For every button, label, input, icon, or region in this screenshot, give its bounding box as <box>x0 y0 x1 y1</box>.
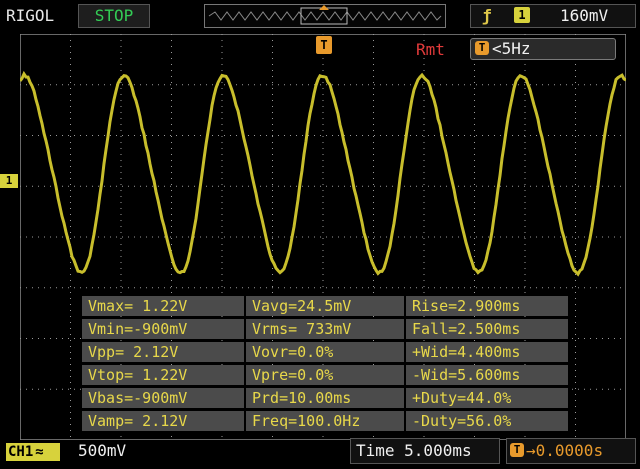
run-state-badge[interactable]: STOP <box>78 4 150 28</box>
measurement-row: Vmax= 1.22V Vavg=24.5mV Rise=2.900ms <box>82 296 568 316</box>
measurement-cell: Freq=100.0Hz <box>246 411 406 431</box>
trigger-channel-badge: 1 <box>514 7 530 23</box>
channel-label: CH1 <box>8 444 33 460</box>
trigger-info-box[interactable] <box>470 4 636 28</box>
measurement-row: Vbas=-900mV Prd=10.00ms +Duty=44.0% <box>82 388 568 408</box>
measurement-cell: Rise=2.900ms <box>406 296 568 316</box>
trigger-icon: T <box>510 443 524 457</box>
measurement-row: Vpp= 2.12V Vovr=0.0% +Wid=4.400ms <box>82 342 568 362</box>
measurement-cell: Vmin=-900mV <box>82 319 246 339</box>
measurement-cell: Vpre=0.0% <box>246 365 406 385</box>
measurement-cell: Vrms= 733mV <box>246 319 406 339</box>
trigger-offset-value: 0.0000s <box>536 441 603 460</box>
measurement-cell: Vtop= 1.22V <box>82 365 246 385</box>
frequency-readout: <5Hz <box>492 39 531 58</box>
trigger-icon: T <box>475 41 489 55</box>
measurement-cell: Vbas=-900mV <box>82 388 246 408</box>
measurement-cell: -Wid=5.600ms <box>406 365 568 385</box>
ac-coupling-icon: ≈ <box>35 444 43 460</box>
measurement-row: Vamp= 2.12V Freq=100.0Hz -Duty=56.0% <box>82 411 568 431</box>
measurement-row: Vtop= 1.22V Vpre=0.0% -Wid=5.600ms <box>82 365 568 385</box>
trigger-offset-readout: →0.0000s <box>526 441 603 460</box>
measurement-cell: +Duty=44.0% <box>406 388 568 408</box>
brand-label: RIGOL <box>6 6 54 25</box>
memory-waveform-icon <box>205 5 445 27</box>
rising-edge-icon: ƒ <box>482 6 492 25</box>
timebase-readout: Time 5.000ms <box>356 441 472 460</box>
volts-per-div: 500mV <box>78 441 126 460</box>
measurement-cell: Vmax= 1.22V <box>82 296 246 316</box>
measurement-cell: +Wid=4.400ms <box>406 342 568 362</box>
measurement-cell: Vovr=0.0% <box>246 342 406 362</box>
measurement-row: Vmin=-900mV Vrms= 733mV Fall=2.500ms <box>82 319 568 339</box>
measurement-cell: Vamp= 2.12V <box>82 411 246 431</box>
measurement-cell: Vavg=24.5mV <box>246 296 406 316</box>
remote-indicator: Rmt <box>416 40 445 59</box>
memory-position-strip <box>204 4 446 28</box>
trigger-level: 160mV <box>560 6 608 25</box>
measurement-table: Vmax= 1.22V Vavg=24.5mV Rise=2.900ms Vmi… <box>82 296 568 434</box>
trigger-position-marker[interactable]: T <box>316 36 332 54</box>
measurement-cell: Vpp= 2.12V <box>82 342 246 362</box>
channel1-ground-marker[interactable]: 1 <box>0 174 18 188</box>
measurement-cell: -Duty=56.0% <box>406 411 568 431</box>
channel1-badge[interactable]: CH1 ≈ <box>6 443 60 461</box>
measurement-cell: Fall=2.500ms <box>406 319 568 339</box>
measurement-cell: Prd=10.00ms <box>246 388 406 408</box>
